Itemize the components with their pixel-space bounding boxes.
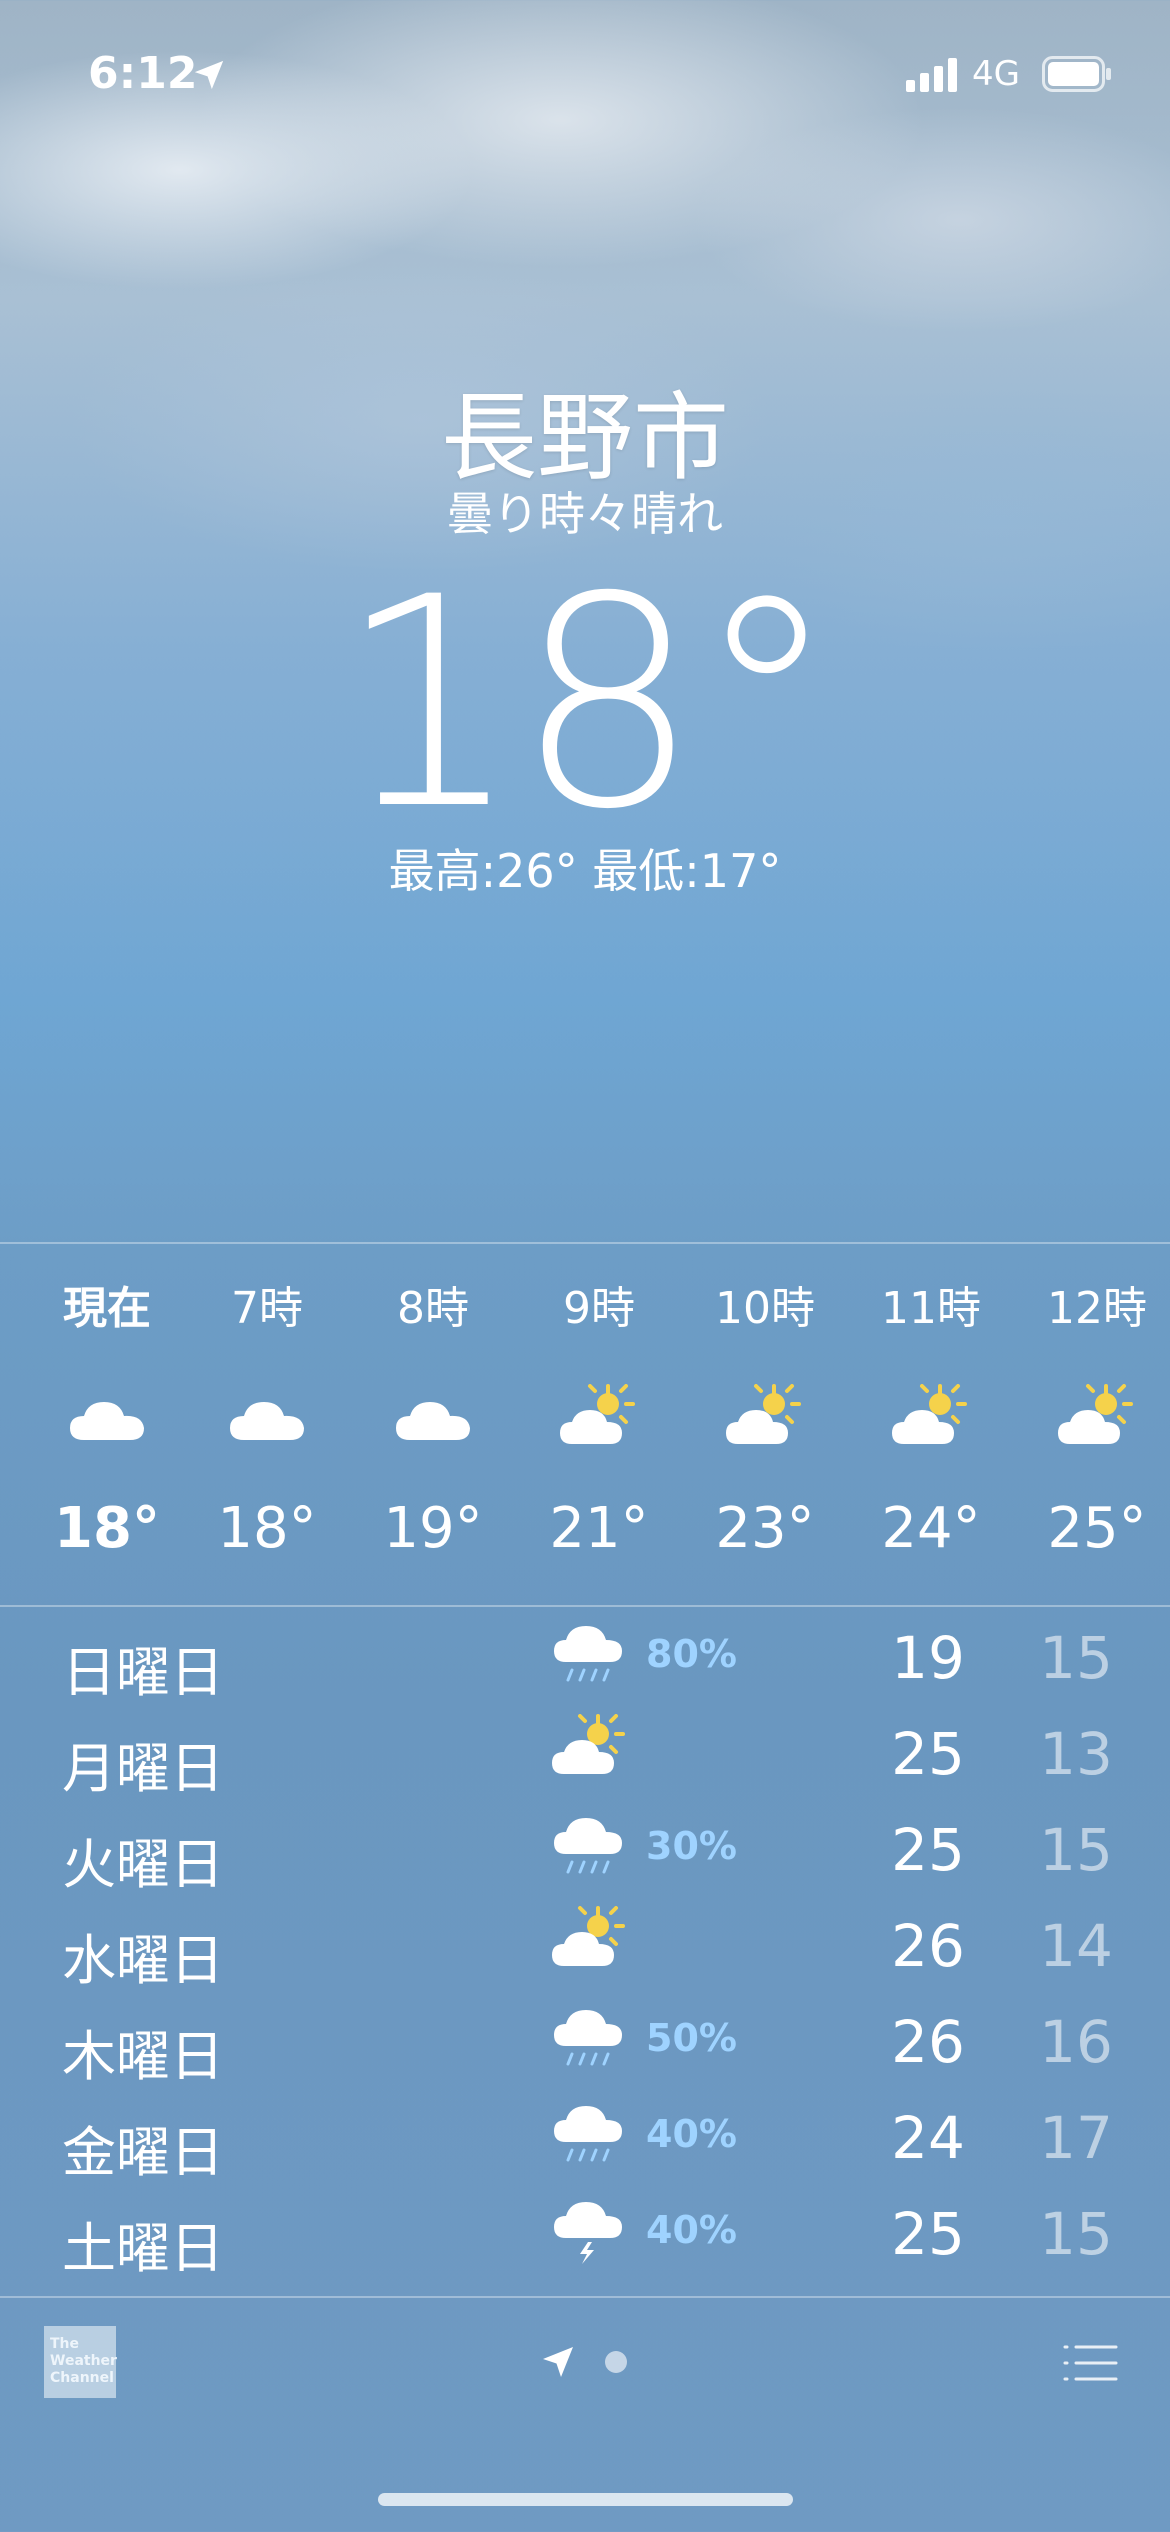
hour-temp: 24° [881,1496,981,1561]
hourly-forecast[interactable]: 現在 18° 7時 18° 8時 19° 9時 21° 10時 23° 11時 … [0,1244,1170,1604]
partly-sunny-icon [1058,1384,1133,1444]
day-name: 木曜日 [62,2025,224,2088]
partly-sunny-icon [552,1714,625,1774]
hourly-item: 11時 24° [846,1244,1016,1561]
precip-chance: 80% [646,1632,737,1676]
hour-temp: 21° [549,1496,649,1561]
daily-row: 火曜日 30% 25 15 [0,1802,1170,1898]
hour-temp: 18° [217,1496,317,1561]
low-temp: 16 [1039,2008,1113,2076]
high-temp: 25 [891,1816,965,1884]
hour-temp: 19° [383,1496,483,1561]
page-indicator-dot[interactable] [605,2351,627,2373]
rain-icon [554,1818,622,1874]
signal-strength-icon [906,58,957,92]
precip-chance: 40% [646,2112,737,2156]
hour-label: 12時 [1047,1283,1147,1334]
network-type: 4G [972,54,1020,94]
precip-chance: 50% [646,2016,737,2060]
thunderstorm-icon [554,2202,622,2264]
cloud-icon [230,1402,304,1440]
current-location-icon[interactable] [540,2344,576,2380]
low-temp: 13 [1039,1720,1113,1788]
degree-symbol: ° [694,536,839,873]
daily-row: 土曜日 40% 25 15 [0,2186,1170,2282]
hourly-item: 9時 21° [514,1244,684,1561]
hour-temp: 25° [1047,1496,1147,1561]
divider-bottom [0,2296,1170,2298]
high-temp: 24 [891,2104,965,2172]
low-temp: 17 [1039,2104,1113,2172]
hour-label: 10時 [715,1283,815,1334]
city-list-icon[interactable] [1062,2341,1118,2385]
temperature-value: 18 [336,536,700,873]
partly-sunny-icon [560,1384,635,1444]
daily-row: 木曜日 50% 26 16 [0,1994,1170,2090]
home-indicator[interactable] [378,2493,793,2506]
rain-icon [554,1626,622,1682]
day-name: 日曜日 [62,1641,224,1704]
divider-middle [0,1605,1170,1607]
hour-temp: 18° [54,1496,160,1561]
day-name: 月曜日 [62,1737,224,1800]
daily-row: 水曜日 26 14 [0,1898,1170,1994]
hour-label: 9時 [563,1283,635,1334]
daily-row: 金曜日 40% 24 17 [0,2090,1170,2186]
high-temp: 26 [891,1912,965,1980]
partly-sunny-icon [892,1384,967,1444]
hourly-item: 10時 23° [680,1244,850,1561]
high-temp: 26 [891,2008,965,2076]
status-bar: 6:12 4G [0,0,1170,150]
hour-label: 現在 [63,1283,151,1334]
hour-label: 11時 [881,1283,981,1334]
current-condition: 曇り時々晴れ [447,487,723,541]
weather-channel-logo[interactable]: The Weather Channel [44,2326,117,2398]
hourly-item: 現在 18° [22,1244,192,1561]
daily-row: 月曜日 25 13 [0,1706,1170,1802]
high-temp: 25 [891,2200,965,2268]
rain-icon [554,2106,622,2162]
rain-icon [554,2010,622,2066]
high-temp: 19 [891,1624,965,1692]
precip-chance: 30% [646,1824,737,1868]
precip-chance: 40% [646,2208,737,2252]
current-temperature: 18° [0,545,1170,864]
battery-icon [1042,56,1111,92]
status-time: 6:12 [88,48,198,99]
high-temp: 25 [891,1720,965,1788]
partly-sunny-icon [552,1906,625,1966]
hour-label: 7時 [231,1283,303,1334]
daily-row: 日曜日 80% 19 15 [0,1610,1170,1706]
hourly-item: 12時 25° [1012,1244,1170,1561]
low-temp: 15 [1039,1816,1113,1884]
low-temp: 14 [1039,1912,1113,1980]
day-name: 金曜日 [62,2121,224,2184]
location-arrow-icon [194,60,224,90]
day-name: 火曜日 [62,1833,224,1896]
hour-label: 8時 [397,1283,469,1334]
low-temp: 15 [1039,2200,1113,2268]
hour-temp: 23° [715,1496,815,1561]
day-name: 土曜日 [62,2217,224,2280]
partly-sunny-icon [726,1384,801,1444]
cloud-icon [70,1402,144,1440]
day-name: 水曜日 [62,1929,224,1992]
high-low-temperature: 最高:26° 最低:17° [388,844,782,898]
low-temp: 15 [1039,1624,1113,1692]
cloud-icon [396,1402,470,1440]
hourly-item: 8時 19° [348,1244,518,1561]
hourly-item: 7時 18° [182,1244,352,1561]
